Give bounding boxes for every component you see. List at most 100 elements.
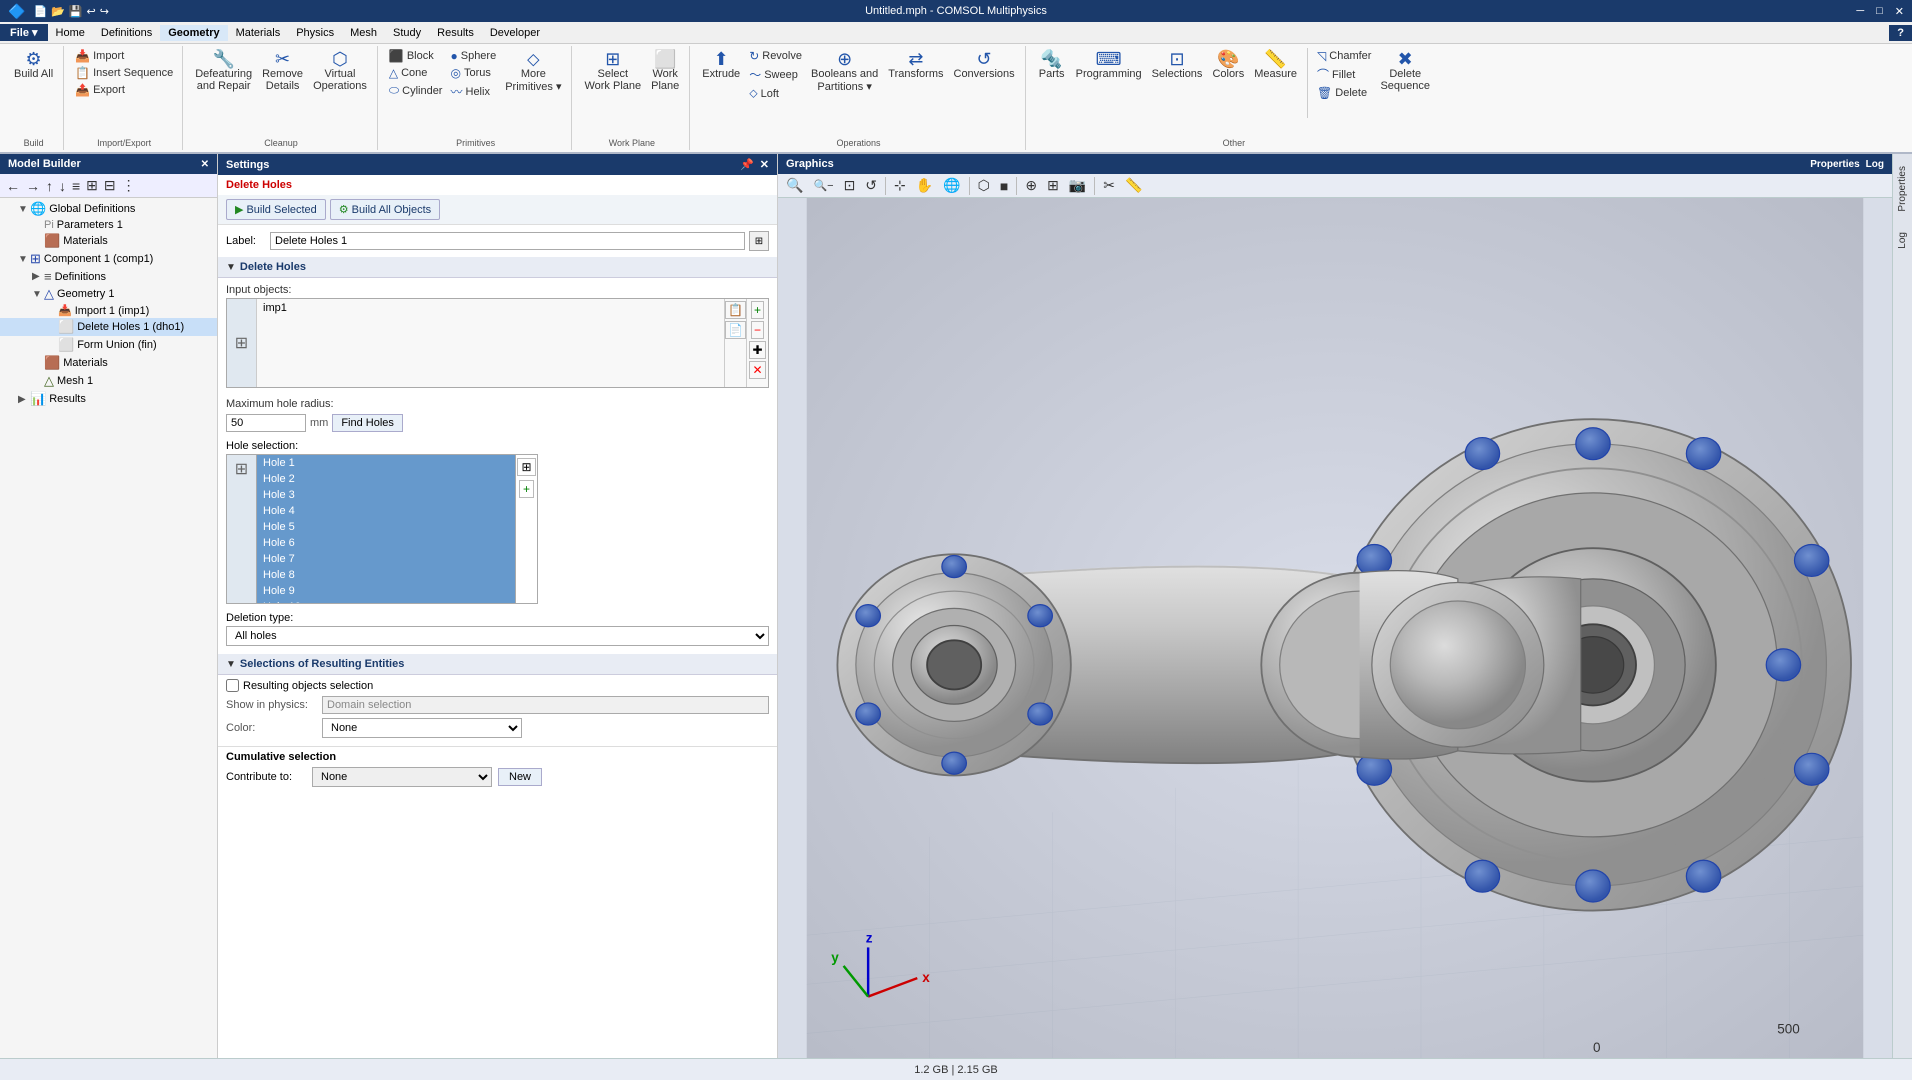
properties-tab[interactable]: Properties bbox=[1810, 159, 1859, 170]
resulting-objects-checkbox[interactable] bbox=[226, 679, 239, 692]
conversions-btn[interactable]: ↺ Conversions bbox=[950, 48, 1019, 82]
gfx-zoom-fit-btn[interactable]: ⊡ bbox=[840, 176, 860, 195]
menu-definitions[interactable]: Definitions bbox=[93, 25, 160, 41]
input-obj-imp1[interactable]: imp1 bbox=[257, 299, 724, 317]
log-tab[interactable]: Log bbox=[1866, 159, 1884, 170]
maximize-btn[interactable]: □ bbox=[1876, 5, 1883, 18]
hole-item-2[interactable]: Hole 2 bbox=[257, 471, 515, 487]
io-add-btn[interactable]: + bbox=[751, 301, 764, 319]
mb-forward-btn[interactable]: → bbox=[24, 177, 42, 195]
transforms-btn[interactable]: ⇄ Transforms bbox=[884, 48, 947, 82]
cone-btn[interactable]: △Cone bbox=[386, 65, 446, 81]
mb-down-btn[interactable]: ↓ bbox=[57, 177, 68, 195]
hole-list[interactable]: Hole 1 Hole 2 Hole 3 Hole 4 Hole 5 Hole … bbox=[256, 454, 516, 604]
io-copy-btn[interactable]: 📋 bbox=[725, 301, 746, 319]
color-select[interactable]: None Red Blue bbox=[322, 718, 522, 738]
tree-results[interactable]: ▶ 📊 Results bbox=[0, 390, 217, 408]
delete-holes-section-header[interactable]: ▼ Delete Holes bbox=[218, 257, 777, 278]
gfx-wireframe-btn[interactable]: ⬡ bbox=[974, 176, 994, 195]
io-cross-btn[interactable]: ✚ bbox=[749, 341, 765, 359]
hole-item-6[interactable]: Hole 6 bbox=[257, 535, 515, 551]
mb-expand-btn[interactable]: ⊞ bbox=[84, 176, 100, 195]
tree-geometry-1[interactable]: ▼ △ Geometry 1 bbox=[0, 285, 217, 303]
insert-sequence-btn[interactable]: 📋 Insert Sequence bbox=[72, 65, 176, 81]
import-btn[interactable]: 📥 Import bbox=[72, 48, 127, 64]
tree-import-1[interactable]: 📥 Import 1 (imp1) bbox=[0, 303, 217, 318]
block-btn[interactable]: ⬛Block bbox=[386, 48, 446, 64]
hole-radius-input[interactable] bbox=[226, 414, 306, 432]
gfx-solid-btn[interactable]: ■ bbox=[996, 177, 1012, 195]
ti-expand3[interactable]: ▼ bbox=[18, 254, 30, 265]
ti-expand11[interactable]: ▶ bbox=[18, 394, 30, 405]
hl-add-btn[interactable]: + bbox=[519, 480, 534, 498]
settings-label-input[interactable] bbox=[270, 232, 745, 250]
menu-physics[interactable]: Physics bbox=[288, 25, 342, 41]
export-btn[interactable]: 📤 Export bbox=[72, 82, 128, 98]
colors-btn[interactable]: 🎨 Colors bbox=[1208, 48, 1248, 82]
deletion-type-select[interactable]: All holes Selected holes bbox=[226, 626, 769, 646]
model-builder-collapse[interactable]: ✕ bbox=[201, 159, 209, 170]
defeaturing-btn[interactable]: 🔧 Defeaturingand Repair bbox=[191, 48, 256, 94]
menu-geometry[interactable]: Geometry bbox=[160, 25, 227, 41]
helix-btn[interactable]: 〰Helix bbox=[447, 82, 499, 101]
hole-item-4[interactable]: Hole 4 bbox=[257, 503, 515, 519]
tree-global-definitions[interactable]: ▼ 🌐 Global Definitions bbox=[0, 200, 217, 218]
hole-item-10[interactable]: Hole 10 bbox=[257, 599, 515, 604]
revolve-btn[interactable]: ↻Revolve bbox=[746, 48, 805, 64]
hole-item-8[interactable]: Hole 8 bbox=[257, 567, 515, 583]
qa-undo[interactable]: ↩ bbox=[87, 5, 96, 18]
find-holes-btn[interactable]: Find Holes bbox=[332, 414, 403, 432]
qa-save[interactable]: 💾 bbox=[69, 5, 83, 18]
ti-expand5[interactable]: ▼ bbox=[32, 289, 44, 300]
qa-new[interactable]: 📄 bbox=[33, 5, 47, 18]
qa-open[interactable]: 📂 bbox=[51, 5, 65, 18]
contribute-to-select[interactable]: None bbox=[312, 767, 492, 787]
tree-definitions[interactable]: ▶ ≡ Definitions bbox=[0, 268, 217, 285]
menu-file[interactable]: File ▾ bbox=[0, 24, 48, 41]
gfx-rotate-btn[interactable]: ↺ bbox=[861, 176, 881, 195]
gfx-measure-btn[interactable]: 📏 bbox=[1121, 176, 1146, 195]
new-btn[interactable]: New bbox=[498, 768, 542, 786]
gfx-zoom-out-btn[interactable]: 🔍− bbox=[809, 178, 837, 193]
gfx-grid-btn[interactable]: ⊞ bbox=[1043, 176, 1063, 195]
gfx-orbit-btn[interactable]: 🌐 bbox=[939, 176, 964, 195]
ti-expand0[interactable]: ▼ bbox=[18, 204, 30, 215]
gfx-select-btn[interactable]: ⊹ bbox=[890, 176, 910, 195]
mb-back-btn[interactable]: ← bbox=[4, 177, 22, 195]
parts-btn[interactable]: 🔩 Parts bbox=[1034, 48, 1070, 82]
build-selected-btn[interactable]: ▶ Build Selected bbox=[226, 199, 326, 220]
tree-delete-holes-1[interactable]: ⬜ Delete Holes 1 (dho1) bbox=[0, 318, 217, 336]
tree-materials-comp[interactable]: 🟫 Materials bbox=[0, 354, 217, 372]
io-paste-btn[interactable]: 📄 bbox=[725, 321, 746, 339]
sphere-btn[interactable]: ●Sphere bbox=[447, 48, 499, 64]
tree-form-union[interactable]: ⬜ Form Union (fin) bbox=[0, 336, 217, 354]
cylinder-btn[interactable]: ⬭Cylinder bbox=[386, 82, 446, 99]
close-btn[interactable]: ✕ bbox=[1895, 5, 1904, 18]
extrude-btn[interactable]: ⬆ Extrude bbox=[698, 48, 744, 82]
mb-list-btn[interactable]: ≡ bbox=[70, 177, 82, 195]
settings-close-btn[interactable]: ✕ bbox=[760, 158, 769, 171]
measure-btn[interactable]: 📏 Measure bbox=[1250, 48, 1301, 82]
hole-item-7[interactable]: Hole 7 bbox=[257, 551, 515, 567]
select-work-plane-btn[interactable]: ⊞ SelectWork Plane bbox=[580, 48, 645, 94]
menu-results[interactable]: Results bbox=[429, 25, 482, 41]
menu-materials[interactable]: Materials bbox=[228, 25, 289, 41]
fillet-btn[interactable]: ⌒Fillet bbox=[1314, 65, 1374, 84]
gfx-pan-btn[interactable]: ✋ bbox=[912, 176, 937, 195]
menu-home[interactable]: Home bbox=[48, 25, 93, 41]
hole-item-3[interactable]: Hole 3 bbox=[257, 487, 515, 503]
mb-up-btn[interactable]: ↑ bbox=[44, 177, 55, 195]
work-plane-btn[interactable]: ⬜ WorkPlane bbox=[647, 48, 683, 94]
gfx-axis-btn[interactable]: ⊕ bbox=[1021, 176, 1041, 195]
booleans-btn[interactable]: ⊕ Booleans andPartitions ▾ bbox=[807, 48, 882, 95]
build-all-btn[interactable]: ⚙ Build All bbox=[10, 48, 57, 82]
menu-study[interactable]: Study bbox=[385, 25, 429, 41]
hl-icon-btn[interactable]: ⊞ bbox=[517, 458, 535, 476]
settings-pin-btn[interactable]: 📌 bbox=[740, 158, 754, 171]
hole-item-5[interactable]: Hole 5 bbox=[257, 519, 515, 535]
ti-expand4[interactable]: ▶ bbox=[32, 271, 44, 282]
hole-item-9[interactable]: Hole 9 bbox=[257, 583, 515, 599]
torus-btn[interactable]: ◎Torus bbox=[447, 65, 499, 81]
menu-mesh[interactable]: Mesh bbox=[342, 25, 385, 41]
mb-collapse-btn[interactable]: ⊟ bbox=[102, 176, 118, 195]
